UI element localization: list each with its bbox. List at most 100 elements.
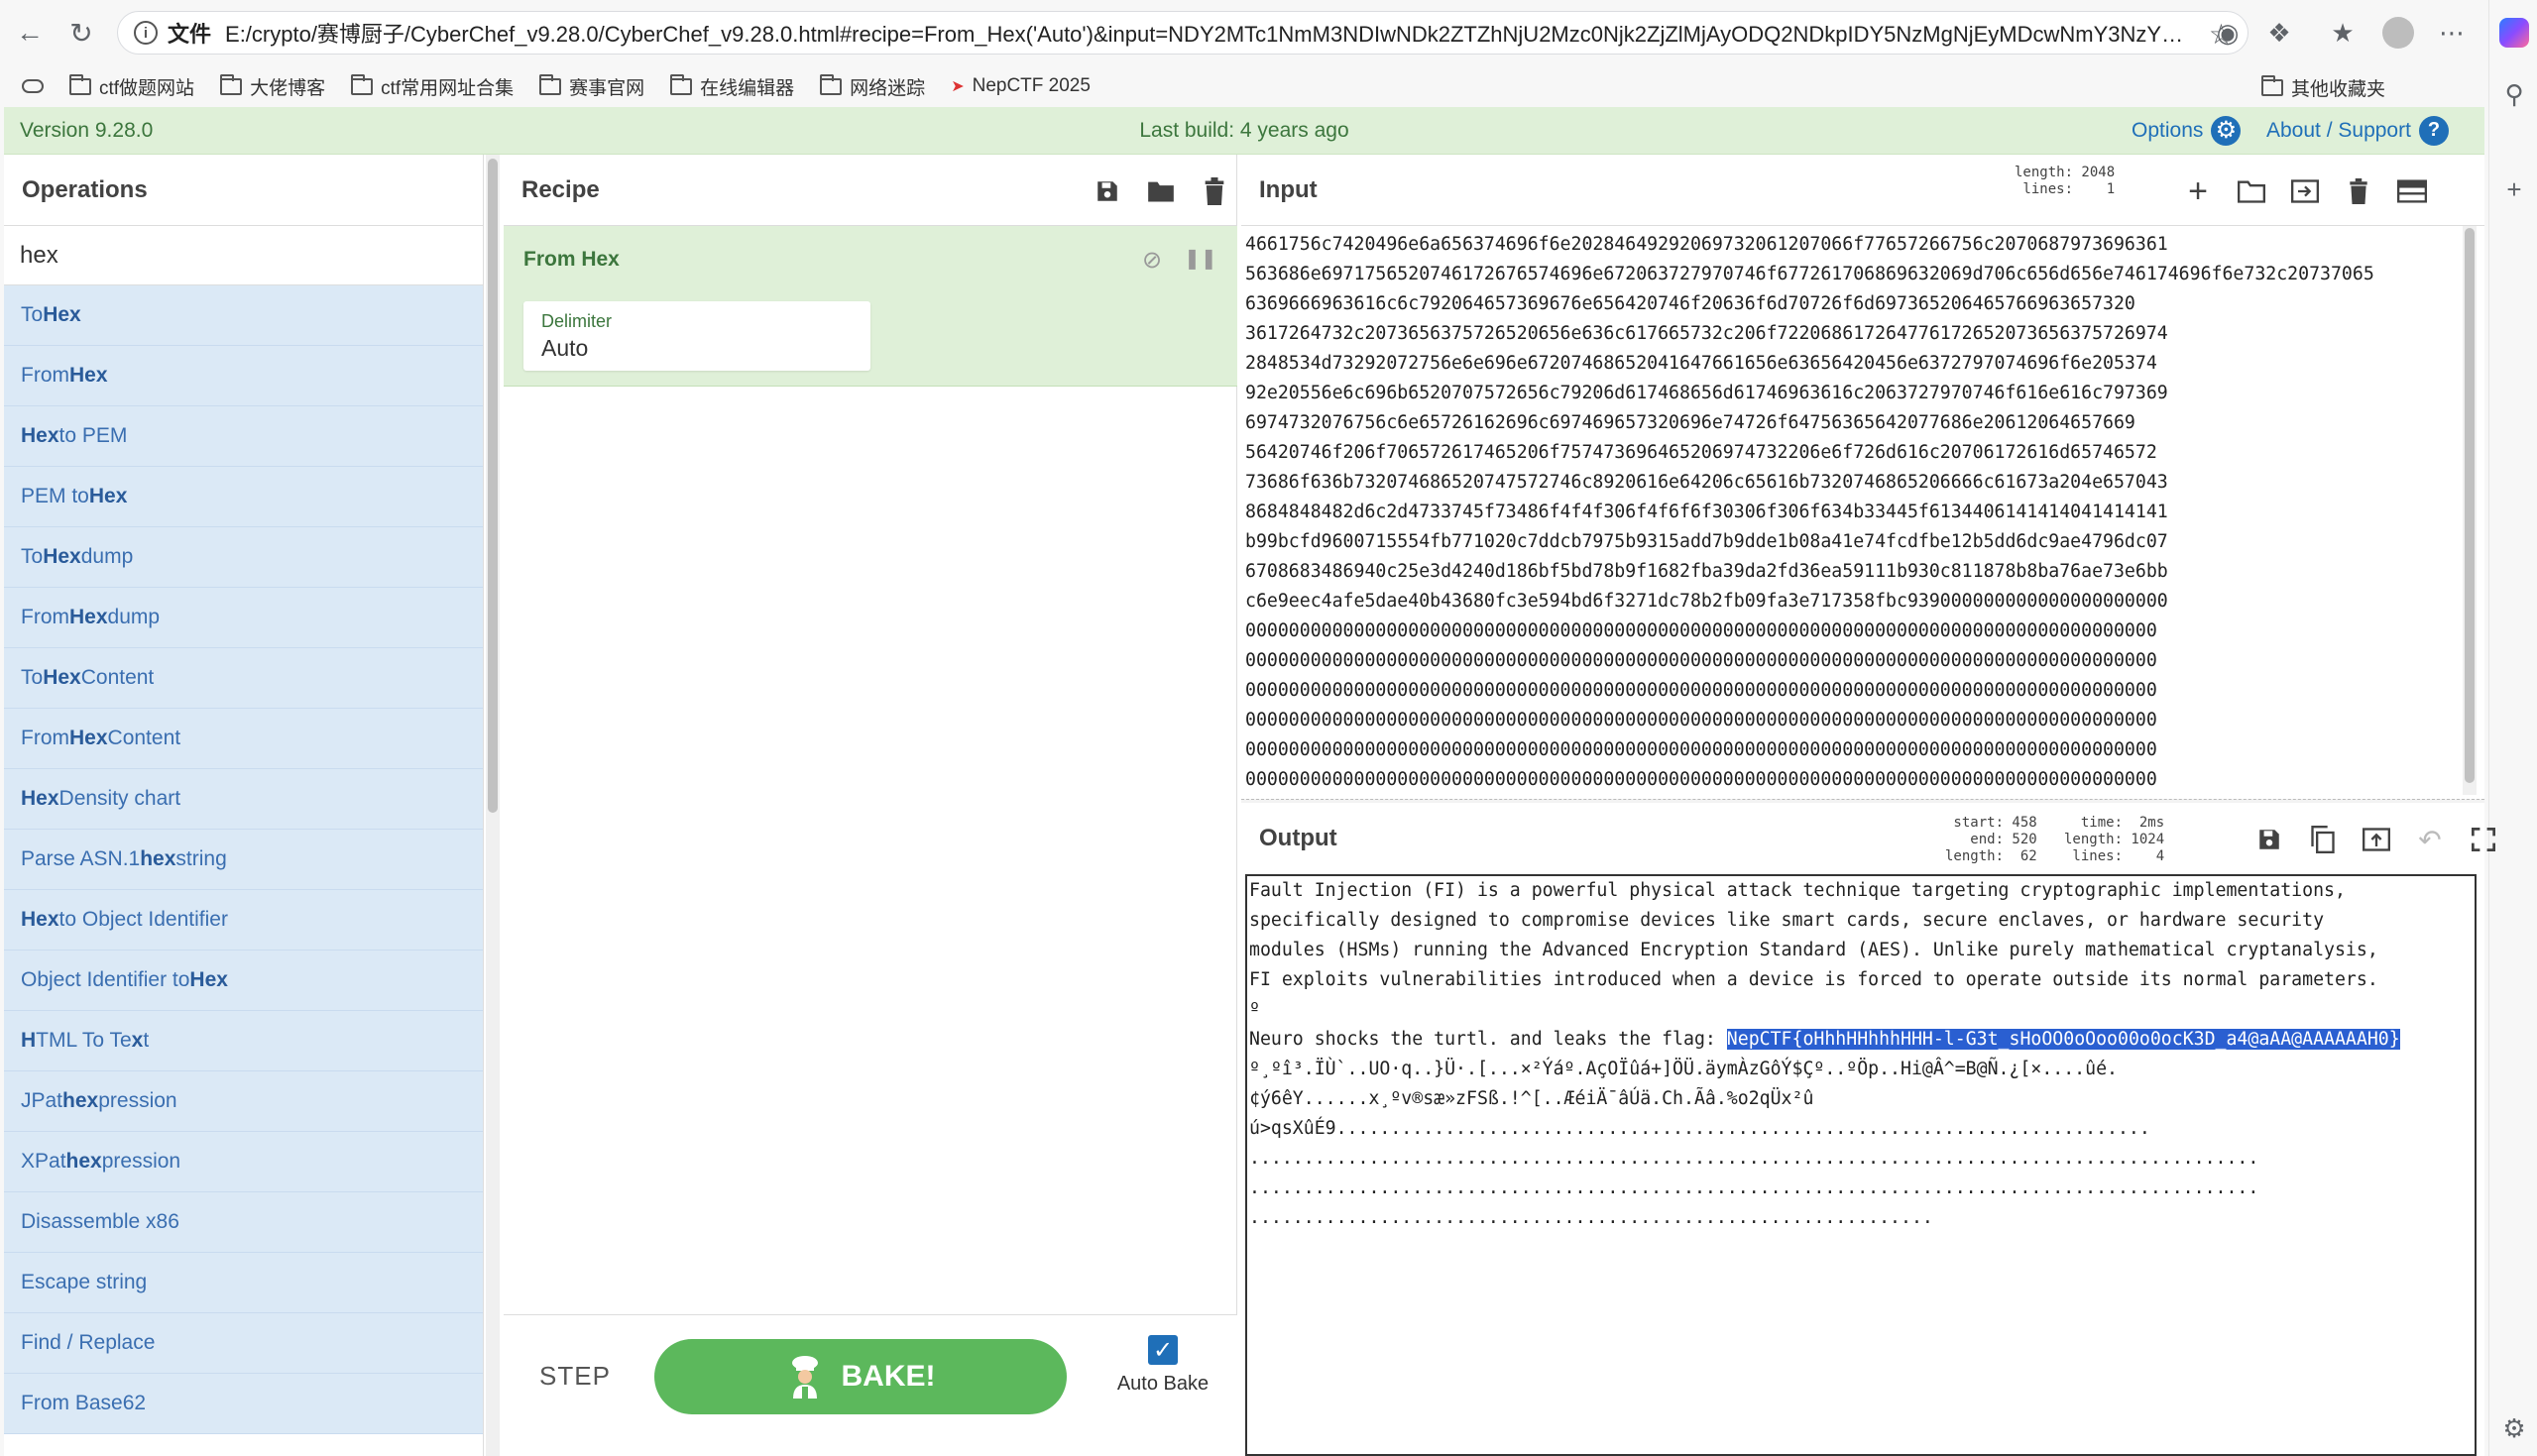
delimiter-value[interactable]: Auto	[541, 335, 588, 362]
operation-item[interactable]: Hex Density chart	[4, 769, 483, 830]
bookmark-folder[interactable]: 大佬博客	[220, 73, 325, 100]
save-recipe-icon[interactable]	[1091, 174, 1124, 208]
input-scrollbar[interactable]	[2463, 226, 2477, 795]
operation-item[interactable]: Parse ASN.1 hex string	[4, 830, 483, 890]
operation-item[interactable]: From Hex dump	[4, 588, 483, 648]
bake-button[interactable]: BAKE!	[654, 1339, 1067, 1414]
favorites-icon[interactable]: ★	[2326, 16, 2360, 50]
operation-item[interactable]: Find / Replace	[4, 1313, 483, 1374]
operations-scrollbar[interactable]	[486, 155, 500, 1456]
bookmark-nepctf[interactable]: ➤ NepCTF 2025	[951, 75, 1091, 97]
operation-item[interactable]: To Hex Content	[4, 648, 483, 709]
operation-item[interactable]: From Hex Content	[4, 709, 483, 769]
output-line: º	[1249, 999, 1260, 1020]
output-line: Neuro shocks the turtl. and leaks the fl…	[1249, 1029, 2400, 1050]
more-menu-icon[interactable]: ⋯	[2435, 16, 2469, 50]
bookmark-other-folder[interactable]: 其他收藏夹	[2260, 74, 2385, 101]
operation-text: to Object Identifier	[58, 908, 228, 931]
replace-input-icon[interactable]	[2360, 823, 2393, 856]
operation-item[interactable]: PEM to Hex	[4, 467, 483, 527]
operation-match: Hex	[69, 364, 108, 387]
maximize-icon[interactable]	[2467, 823, 2500, 856]
input-line: c6e9eec4afe5dae40b43680fc3e594bd6f3271dc…	[1245, 591, 2168, 612]
open-folder-icon[interactable]	[2235, 174, 2268, 208]
folder-icon	[220, 73, 243, 95]
copy-output-icon[interactable]	[2306, 823, 2340, 856]
auto-bake-checkbox[interactable]: ✓ Auto Bake	[1108, 1335, 1217, 1396]
delimiter-field[interactable]: Delimiter Auto	[523, 301, 870, 371]
operation-item[interactable]: To Hex	[4, 285, 483, 346]
output-line: specifically designed to compromise devi…	[1249, 910, 2325, 931]
recipe-operation-from-hex[interactable]: From Hex ⊘ ❚❚ Delimiter Auto	[504, 226, 1237, 387]
scrollbar-thumb[interactable]	[488, 159, 498, 813]
disable-icon[interactable]: ⊘	[1142, 246, 1162, 275]
load-recipe-icon[interactable]	[1144, 174, 1178, 208]
input-line: 3617264732c2073656375726520656e636c61766…	[1245, 323, 2168, 344]
record-icon[interactable]: ◉	[2211, 16, 2245, 50]
operation-item[interactable]: Escape string	[4, 1253, 483, 1313]
operation-item[interactable]: To Hex dump	[4, 527, 483, 588]
operation-item[interactable]: Hex to PEM	[4, 406, 483, 467]
nepctf-favicon-icon: ➤	[951, 78, 965, 95]
reset-layout-icon[interactable]	[2395, 174, 2429, 208]
operation-text: From	[21, 727, 69, 749]
breakpoint-icon[interactable]: ❚❚	[1184, 246, 1217, 275]
output-textarea[interactable]: Fault Injection (FI) is a powerful physi…	[1245, 874, 2477, 1456]
profile-avatar[interactable]	[2381, 16, 2415, 50]
step-button[interactable]: STEP	[539, 1361, 611, 1392]
operation-text: Escape string	[21, 1271, 148, 1293]
operations-search-input[interactable]	[4, 226, 483, 285]
operation-text: Content	[80, 666, 155, 689]
operation-text: TML To Te	[36, 1029, 132, 1052]
operation-text: pression	[98, 1089, 177, 1112]
reading-list-icon[interactable]	[22, 79, 44, 93]
operation-match: ex	[74, 1089, 99, 1112]
about-support-link[interactable]: About / Support?	[2266, 115, 2449, 146]
operation-text: dump	[107, 606, 161, 628]
info-icon[interactable]: i	[134, 21, 158, 45]
operation-item[interactable]: XPat h ex pression	[4, 1132, 483, 1192]
recipe-title: Recipe	[521, 176, 600, 203]
address-bar[interactable]: i 文件 E:/crypto/赛博厨子/CyberChef_v9.28.0/Cy…	[117, 11, 2249, 55]
operations-title: Operations	[22, 176, 148, 203]
input-textarea[interactable]: 4661756c7420496e6a656374696f6e2028464929…	[1245, 230, 2463, 799]
bookmark-folder[interactable]: 赛事官网	[539, 73, 644, 100]
operation-item[interactable]: JPat h ex pression	[4, 1071, 483, 1132]
add-icon[interactable]: +	[2499, 174, 2529, 204]
options-link[interactable]: Options ⚙	[2132, 115, 2242, 146]
clear-input-icon[interactable]	[2342, 174, 2375, 208]
cyberchef-app: Version 9.28.0 Last build: 4 years ago O…	[4, 107, 2495, 1456]
flag-selection[interactable]: NepCTF{oHhhHHhhhHHH-l-G3t_sHoOO0oOoo00o0…	[1726, 1029, 2400, 1050]
output-selection-stats: start: 458 end: 520 length: 62	[1945, 815, 2037, 864]
output-stats: time: 2ms length: 1024 lines: 4	[2064, 815, 2165, 864]
back-icon[interactable]: ←	[8, 11, 52, 55]
bookmark-folder[interactable]: ctf做题网站	[69, 73, 194, 100]
operation-item[interactable]: H TML To Te x t	[4, 1011, 483, 1071]
bookmark-folder[interactable]: 网络迷踪	[820, 73, 925, 100]
bookmark-folder[interactable]: 在线编辑器	[670, 73, 794, 100]
folder-icon	[351, 73, 374, 95]
operation-match: H	[21, 1029, 37, 1052]
operations-pane: Operations To HexFrom HexHex to PEMPEM t…	[4, 155, 484, 1456]
clear-recipe-icon[interactable]	[1198, 174, 1231, 208]
operation-item[interactable]: Disassemble x86	[4, 1192, 483, 1253]
operation-text: To	[21, 666, 44, 689]
reload-icon[interactable]: ↻	[59, 11, 103, 55]
save-output-icon[interactable]	[2252, 823, 2286, 856]
open-file-icon[interactable]	[2288, 174, 2322, 208]
extensions-icon[interactable]: ❖	[2262, 16, 2296, 50]
undo-icon[interactable]: ↶	[2413, 823, 2447, 856]
operation-item[interactable]: From Hex	[4, 346, 483, 406]
operation-item[interactable]: Hex to Object Identifier	[4, 890, 483, 951]
search-icon[interactable]: ⚲	[2499, 79, 2529, 109]
bookmark-folder[interactable]: ctf常用网址合集	[351, 73, 514, 100]
input-line: 0000000000000000000000000000000000000000…	[1245, 650, 2157, 671]
url-text[interactable]: E:/crypto/赛博厨子/CyberChef_v9.28.0/CyberCh…	[225, 17, 2188, 49]
copilot-icon[interactable]	[2499, 18, 2529, 48]
operations-header: Operations	[4, 155, 483, 226]
operation-item[interactable]: Object Identifier to Hex	[4, 951, 483, 1011]
add-tab-icon[interactable]: +	[2181, 172, 2215, 210]
operation-item[interactable]: From Base62	[4, 1374, 483, 1434]
scrollbar-thumb[interactable]	[2465, 228, 2475, 783]
settings-icon[interactable]: ⚙	[2499, 1413, 2529, 1443]
